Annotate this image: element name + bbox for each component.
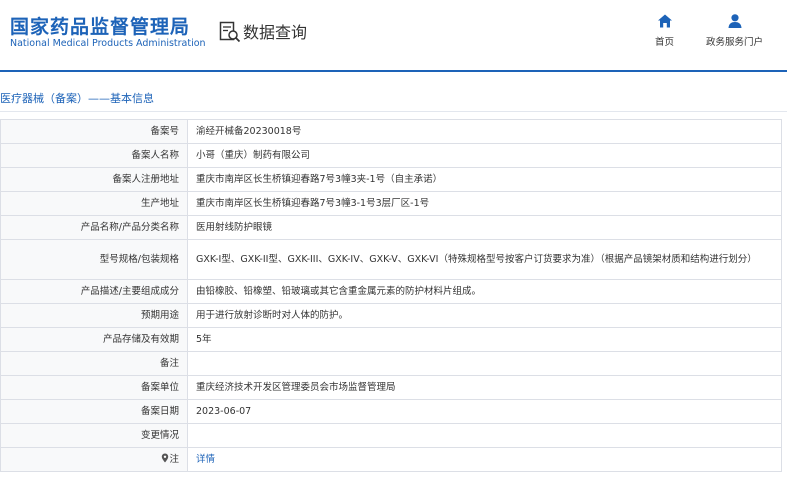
table-row: 注 详情 — [0, 447, 782, 472]
table-row: 备案日期 2023-06-07 — [0, 399, 782, 424]
field-label: 预期用途 — [0, 303, 188, 328]
field-value: 重庆市南岸区长生桥镇迎春路7号3幢3-1号3层厂区-1号 — [187, 191, 782, 216]
field-value: 重庆经济技术开发区管理委员会市场监督管理局 — [187, 375, 782, 400]
nav-home[interactable]: 首页 — [655, 13, 674, 48]
table-row: 备案人名称 小哥（重庆）制药有限公司 — [0, 143, 782, 168]
user-icon — [728, 14, 741, 28]
table-row: 产品名称/产品分类名称 医用射线防护眼镜 — [0, 215, 782, 240]
table-row: 产品存储及有效期 5年 — [0, 327, 782, 352]
table-row: 产品描述/主要组成成分 由铅橡胶、铅橡塑、铅玻璃或其它含重金属元素的防护材料片组… — [0, 279, 782, 304]
field-label: 产品存储及有效期 — [0, 327, 188, 352]
site-header: 国家药品监督管理局 National Medical Products Admi… — [0, 0, 787, 70]
record-info-table: 备案号 渝经开械备20230018号 备案人名称 小哥（重庆）制药有限公司 备案… — [0, 119, 782, 472]
logo-title-cn[interactable]: 国家药品监督管理局 — [10, 12, 190, 39]
field-value: 由铅橡胶、铅橡塑、铅玻璃或其它含重金属元素的防护材料片组成。 — [187, 279, 782, 304]
home-icon — [657, 14, 672, 28]
field-value — [187, 423, 782, 448]
field-label-note: 注 — [0, 447, 188, 472]
table-row: 变更情况 — [0, 423, 782, 448]
field-label: 产品名称/产品分类名称 — [0, 215, 188, 240]
nav-home-label: 首页 — [655, 37, 675, 48]
field-value: GXK-I型、GXK-II型、GXK-III、GXK-IV、GXK-V、GXK-… — [187, 239, 782, 280]
section-divider — [0, 111, 787, 112]
nav-service-portal[interactable]: 政务服务门户 — [706, 13, 763, 48]
table-row: 备注 — [0, 351, 782, 376]
field-label: 备案号 — [0, 119, 188, 144]
table-row: 备案号 渝经开械备20230018号 — [0, 119, 782, 144]
section-title: 医疗器械（备案）——基本信息 — [0, 92, 154, 105]
field-label: 备案人名称 — [0, 143, 188, 168]
field-label: 备案日期 — [0, 399, 188, 424]
data-query-icon — [219, 21, 241, 43]
table-row: 型号规格/包装规格 GXK-I型、GXK-II型、GXK-III、GXK-IV、… — [0, 239, 782, 280]
field-value: 5年 — [187, 327, 782, 352]
table-row: 生产地址 重庆市南岸区长生桥镇迎春路7号3幢3-1号3层厂区-1号 — [0, 191, 782, 216]
field-label: 备注 — [0, 351, 188, 376]
field-value: 医用射线防护眼镜 — [187, 215, 782, 240]
table-row: 备案单位 重庆经济技术开发区管理委员会市场监督管理局 — [0, 375, 782, 400]
field-label: 注 — [169, 454, 179, 465]
field-value: 渝经开械备20230018号 — [187, 119, 782, 144]
table-row: 预期用途 用于进行放射诊断时对人体的防护。 — [0, 303, 782, 328]
field-label: 备案人注册地址 — [0, 167, 188, 192]
nav-service-portal-label: 政务服务门户 — [706, 37, 764, 48]
field-label: 变更情况 — [0, 423, 188, 448]
field-label: 备案单位 — [0, 375, 188, 400]
logo-title-en[interactable]: National Medical Products Administration — [10, 38, 206, 49]
field-label: 产品描述/主要组成成分 — [0, 279, 188, 304]
field-value — [187, 351, 782, 376]
table-row: 备案人注册地址 重庆市南岸区长生桥镇迎春路7号3幢3夹-1号（自主承诺） — [0, 167, 782, 192]
field-value: 用于进行放射诊断时对人体的防护。 — [187, 303, 782, 328]
field-label: 生产地址 — [0, 191, 188, 216]
field-label: 型号规格/包装规格 — [0, 239, 188, 280]
field-value: 2023-06-07 — [187, 399, 782, 424]
field-value: 重庆市南岸区长生桥镇迎春路7号3幢3夹-1号（自主承诺） — [187, 167, 782, 192]
header-divider — [0, 70, 787, 72]
data-query-title: 数据查询 — [243, 23, 308, 42]
field-value: 小哥（重庆）制药有限公司 — [187, 143, 782, 168]
details-link[interactable]: 详情 — [187, 447, 782, 472]
